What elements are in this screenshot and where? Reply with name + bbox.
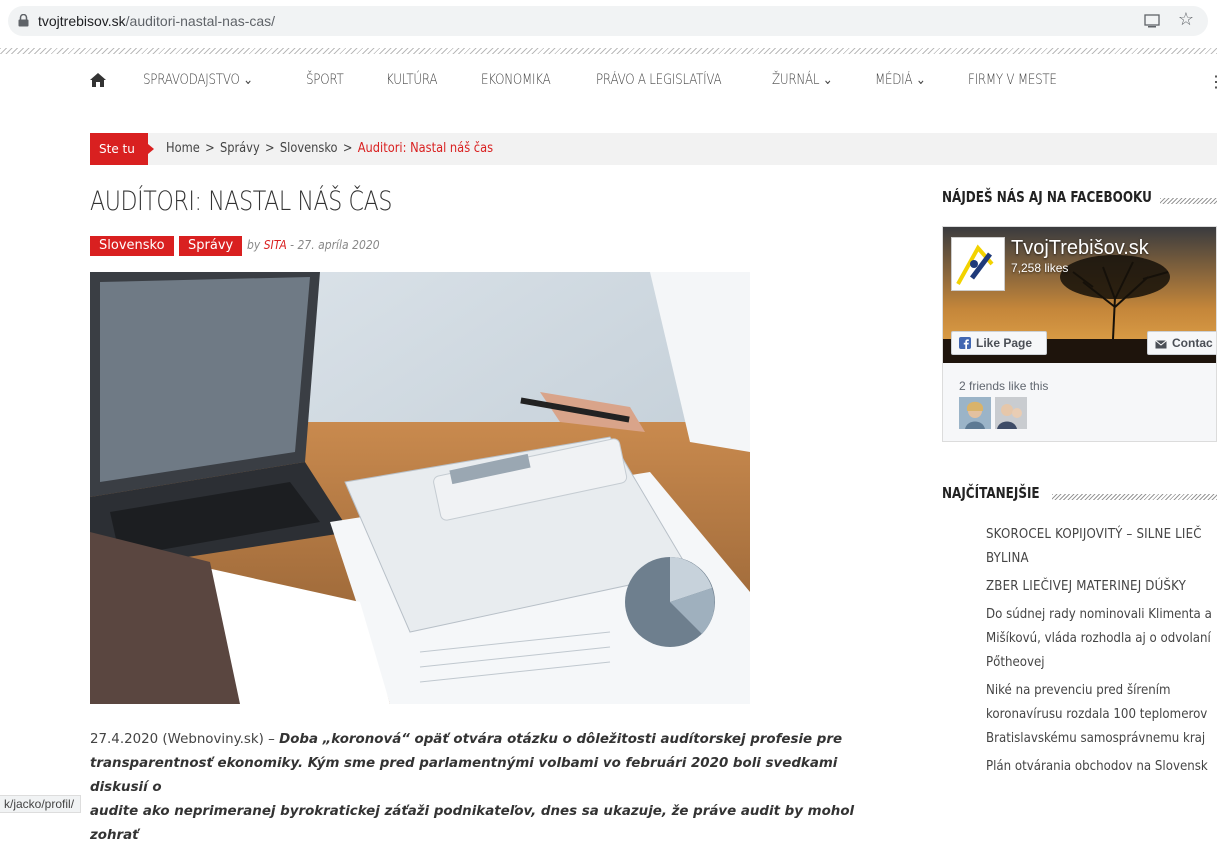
- article-author[interactable]: SITA: [264, 238, 287, 252]
- decorative-divider: [0, 48, 1217, 54]
- article-date: - 27. apríla 2020: [290, 238, 380, 252]
- url-host: tvojtrebisov.sk: [38, 13, 126, 29]
- popular-item[interactable]: Do súdnej rady nominovali Klimenta a Miš…: [986, 602, 1217, 674]
- popular-item[interactable]: Niké na prevenciu pred šírením koronavír…: [986, 678, 1217, 750]
- facebook-icon: [959, 337, 971, 349]
- nav-item-media[interactable]: MÉDIÁ ⌄: [875, 72, 926, 88]
- widget-title-decoration: [1160, 198, 1217, 204]
- home-icon[interactable]: [90, 73, 106, 87]
- bookmark-star-icon[interactable]: ☆: [1178, 9, 1194, 30]
- lock-icon: [18, 14, 29, 27]
- breadcrumb-badge-arrow: [148, 144, 154, 154]
- breadcrumb: Ste tu Home > Správy > Slovensko > Auditori: N…: [90, 133, 1217, 165]
- article-lead: 27.4.2020 (Webnoviny.sk) – Doba „koronov…: [90, 728, 880, 848]
- lead-line-1: 27.4.2020 (Webnoviny.sk) – Doba „koronov…: [90, 728, 880, 752]
- more-menu-icon[interactable]: ⋮: [1208, 72, 1217, 92]
- url-text: tvojtrebisov.sk/auditori-nastal-nas-cas/: [38, 13, 275, 29]
- breadcrumb-separator: >: [205, 141, 215, 156]
- nav-item-zurnal[interactable]: ŽURNÁL ⌄: [772, 72, 833, 88]
- nav-item-firmy[interactable]: FIRMY V MESTE: [968, 72, 1057, 88]
- status-bar-link: k/jacko/profil/: [0, 795, 82, 813]
- popular-item-line[interactable]: SKOROCEL KOPIJOVITÝ – SILNE LIEČ: [986, 522, 1201, 546]
- fb-page-name[interactable]: TvojTrebišov.sk: [1011, 237, 1149, 260]
- popular-item-line[interactable]: Pőtheovej: [986, 650, 1187, 674]
- nav-item-kultura[interactable]: KULTÚRA: [386, 72, 438, 88]
- lead-bold-2: transparentnosť ekonomiky. Kým sme pred …: [90, 756, 838, 795]
- lead-bold-3: audite ako neprimeranej byrokratickej zá…: [90, 804, 855, 843]
- address-bar[interactable]: tvojtrebisov.sk/auditori-nastal-nas-cas/…: [8, 6, 1208, 36]
- browser-toolbar: tvojtrebisov.sk/auditori-nastal-nas-cas/…: [0, 0, 1217, 42]
- breadcrumb-trail: Home > Správy > Slovensko > Auditori: Nastal n…: [166, 141, 493, 156]
- popular-item[interactable]: Plán otvárania obchodov na Slovensk: [986, 754, 1217, 778]
- facebook-widget-title: NÁJDEŠ NÁS AJ NA FACEBOOKU: [942, 188, 1152, 206]
- nav-item-spravodajstvo[interactable]: SPRAVODAJSTVO ⌄: [143, 72, 253, 88]
- article-title: AUDÍTORI: NASTAL NÁŠ ČAS: [90, 186, 392, 217]
- meta-by: by: [247, 238, 261, 252]
- popular-item-line[interactable]: Bratislavskému samosprávnemu kraj: [986, 726, 1205, 750]
- envelope-icon: [1155, 340, 1167, 349]
- fb-friends-text: 2 friends like this: [959, 379, 1049, 393]
- lead-line-2: transparentnosť ekonomiky. Kým sme pred …: [90, 752, 880, 800]
- popular-list: SKOROCEL KOPIJOVITÝ – SILNE LIEČ BYLINA …: [986, 522, 1217, 782]
- popular-item-line[interactable]: koronavírusu rozdala 100 teplomerov: [986, 702, 1207, 726]
- breadcrumb-separator: >: [265, 141, 275, 156]
- fb-cover-image: TvojTrebišov.sk 7,258 likes Like Page Co…: [943, 227, 1216, 363]
- hero-illustration: [90, 272, 750, 704]
- article-hero-image: [90, 272, 750, 704]
- popular-item[interactable]: ZBER LIEČIVEJ MATERINEJ DÚŠKY: [986, 574, 1217, 598]
- nav-item-pravo[interactable]: PRÁVO A LEGISLATÍVA: [596, 72, 722, 88]
- facebook-page-widget[interactable]: TvojTrebišov.sk 7,258 likes Like Page Co…: [942, 226, 1217, 442]
- fb-page-logo: [951, 237, 1005, 291]
- popular-widget-title: NAJČÍTANEJŠIE: [942, 484, 1040, 502]
- tag-spravy[interactable]: Správy: [179, 236, 243, 256]
- breadcrumb-current: Auditori: Nastal náš čas: [357, 141, 494, 156]
- breadcrumb-badge: Ste tu: [90, 133, 148, 165]
- lead-line-3: audite ako neprimeranej byrokratickej zá…: [90, 800, 880, 848]
- lead-prefix: 27.4.2020 (Webnoviny.sk) –: [90, 732, 280, 747]
- widget-title-decoration: [1052, 494, 1217, 500]
- nav-item-sport[interactable]: ŠPORT: [306, 72, 344, 88]
- fb-likes-count: 7,258 likes: [1011, 261, 1069, 275]
- fb-contact-label: Contac: [1172, 336, 1213, 350]
- popular-item-line[interactable]: Niké na prevenciu pred šírením: [986, 678, 1187, 702]
- friend-avatar[interactable]: [995, 397, 1027, 429]
- main-nav: SPRAVODAJSTVO ⌄ ŠPORT KULTÚRA EKONOMIKA …: [0, 62, 1217, 102]
- fb-like-label: Like Page: [976, 336, 1033, 350]
- url-path: /auditori-nastal-nas-cas/: [125, 13, 276, 29]
- breadcrumb-slovensko[interactable]: Slovensko: [280, 141, 338, 156]
- pencil-house-logo-icon: [956, 244, 994, 285]
- breadcrumb-spravy[interactable]: Správy: [220, 141, 260, 156]
- tag-slovensko[interactable]: Slovensko: [90, 236, 174, 256]
- popular-item-line[interactable]: BYLINA: [986, 546, 1187, 570]
- popular-item[interactable]: SKOROCEL KOPIJOVITÝ – SILNE LIEČ BYLINA: [986, 522, 1217, 570]
- nav-item-ekonomika[interactable]: EKONOMIKA: [481, 72, 551, 88]
- cast-icon[interactable]: [1144, 14, 1160, 28]
- breadcrumb-separator: >: [342, 141, 353, 156]
- popular-item-line[interactable]: ZBER LIEČIVEJ MATERINEJ DÚŠKY: [986, 574, 1187, 598]
- article-meta: by SITA - 27. apríla 2020: [247, 238, 380, 252]
- popular-item-line[interactable]: Mišíkovú, vláda rozhodla aj o odvolaní: [986, 626, 1211, 650]
- popular-item-line[interactable]: Plán otvárania obchodov na Slovensk: [986, 754, 1208, 778]
- breadcrumb-home[interactable]: Home: [166, 141, 200, 156]
- lead-bold-1: Doba „koronová“ opäť otvára otázku o dôl…: [279, 732, 843, 747]
- popular-item-line[interactable]: Do súdnej rady nominovali Klimenta a: [986, 602, 1212, 626]
- friend-avatar[interactable]: [959, 397, 991, 429]
